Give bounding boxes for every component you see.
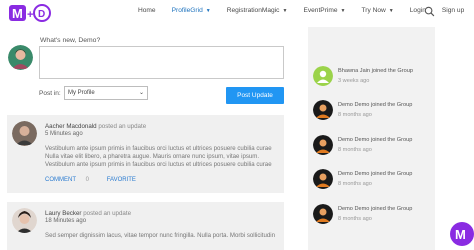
m-logo-icon: M (455, 227, 466, 242)
avatar (8, 45, 33, 70)
feed-item: Demo Demo joined the Group 8 months ago (313, 169, 431, 191)
site-logo[interactable]: M + D (9, 3, 51, 23)
chevron-down-icon: ▼ (205, 7, 211, 14)
activity-time: 5 Minutes ago (45, 131, 83, 137)
site-header: M + D Home ProfileGrid ▼ RegistrationMagi… (0, 0, 474, 26)
post-in-label: Post in: (39, 90, 61, 97)
nav-profilegrid[interactable]: ProfileGrid ▼ (172, 7, 211, 14)
svg-text:D: D (38, 9, 45, 20)
post-in-select[interactable]: My Profile ⌄ (64, 86, 148, 100)
chevron-down-icon: ▼ (282, 7, 288, 14)
avatar[interactable] (12, 121, 37, 146)
feed-item: Bhawna Jain joined the Group 3 weeks ago (313, 66, 431, 88)
feed-time: 8 months ago (338, 181, 372, 187)
search-icon[interactable] (424, 6, 435, 17)
avatar[interactable] (313, 135, 333, 155)
feed-item: Demo Demo joined the Group 8 months ago (313, 135, 431, 157)
activity-body: Sed semper dignissim lacus, vitae tempor… (45, 232, 275, 239)
activity-time: 18 Minutes ago (45, 218, 87, 224)
feed-text: Demo Demo joined the Group (338, 102, 413, 108)
activity-action: posted an update (83, 210, 132, 217)
feed-time: 8 months ago (338, 112, 372, 118)
avatar[interactable] (12, 208, 37, 233)
svg-text:M: M (12, 6, 23, 21)
feed-item: Demo Demo joined the Group 8 months ago (313, 204, 431, 226)
feed-time: 3 weeks ago (338, 78, 370, 84)
activity-item: Laury Becker posted an update 18 Minutes… (7, 202, 284, 250)
feed-text: Demo Demo joined the Group (338, 171, 413, 177)
comment-button[interactable]: COMMENT 0 (45, 177, 97, 183)
nav-try-now[interactable]: Try Now ▼ (361, 7, 393, 14)
svg-text:M: M (455, 227, 466, 242)
activity-user[interactable]: Aacher Macdonald (45, 123, 97, 130)
nav-eventprime[interactable]: EventPrime ▼ (303, 7, 345, 14)
chevron-down-icon: ▼ (340, 7, 346, 14)
activity-action: posted an update (98, 123, 147, 130)
feed-item: Demo Demo joined the Group 8 months ago (313, 100, 431, 122)
comment-count: 0 (85, 177, 90, 183)
feed-time: 8 months ago (338, 147, 372, 153)
feed-text: Bhawna Jain joined the Group (338, 68, 413, 74)
nav-sign-up[interactable]: Sign up (442, 7, 464, 14)
status-textarea[interactable] (39, 46, 284, 79)
activity-user[interactable]: Laury Becker (45, 210, 81, 217)
nav-home[interactable]: Home (138, 7, 156, 14)
activity-actions: COMMENT 0 FAVORITE (45, 177, 144, 183)
avatar[interactable] (313, 169, 333, 189)
nav-registrationmagic[interactable]: RegistrationMagic ▼ (227, 7, 288, 14)
favorite-button[interactable]: FAVORITE (107, 177, 136, 183)
default-user-icon[interactable] (313, 66, 333, 86)
post-update-button[interactable]: Post Update (226, 87, 284, 104)
floating-logo-button[interactable]: M (450, 222, 474, 246)
feed-text: Demo Demo joined the Group (338, 137, 413, 143)
feed-time: 8 months ago (338, 216, 372, 222)
chevron-down-icon: ⌄ (138, 90, 144, 96)
svg-text:+: + (27, 9, 33, 21)
activity-item: Aacher Macdonald posted an update 5 Minu… (7, 115, 284, 193)
avatar[interactable] (313, 204, 333, 224)
activity-header: Laury Becker posted an update (45, 210, 131, 217)
avatar[interactable] (313, 100, 333, 120)
composer-prompt: What's new, Demo? (40, 37, 101, 44)
activity-header: Aacher Macdonald posted an update (45, 123, 146, 130)
activity-body: Vestibulum ante ipsum primis in faucibus… (45, 145, 272, 168)
chevron-down-icon: ▼ (388, 7, 394, 14)
feed-text: Demo Demo joined the Group (338, 206, 413, 212)
post-in-value: My Profile (68, 90, 95, 96)
